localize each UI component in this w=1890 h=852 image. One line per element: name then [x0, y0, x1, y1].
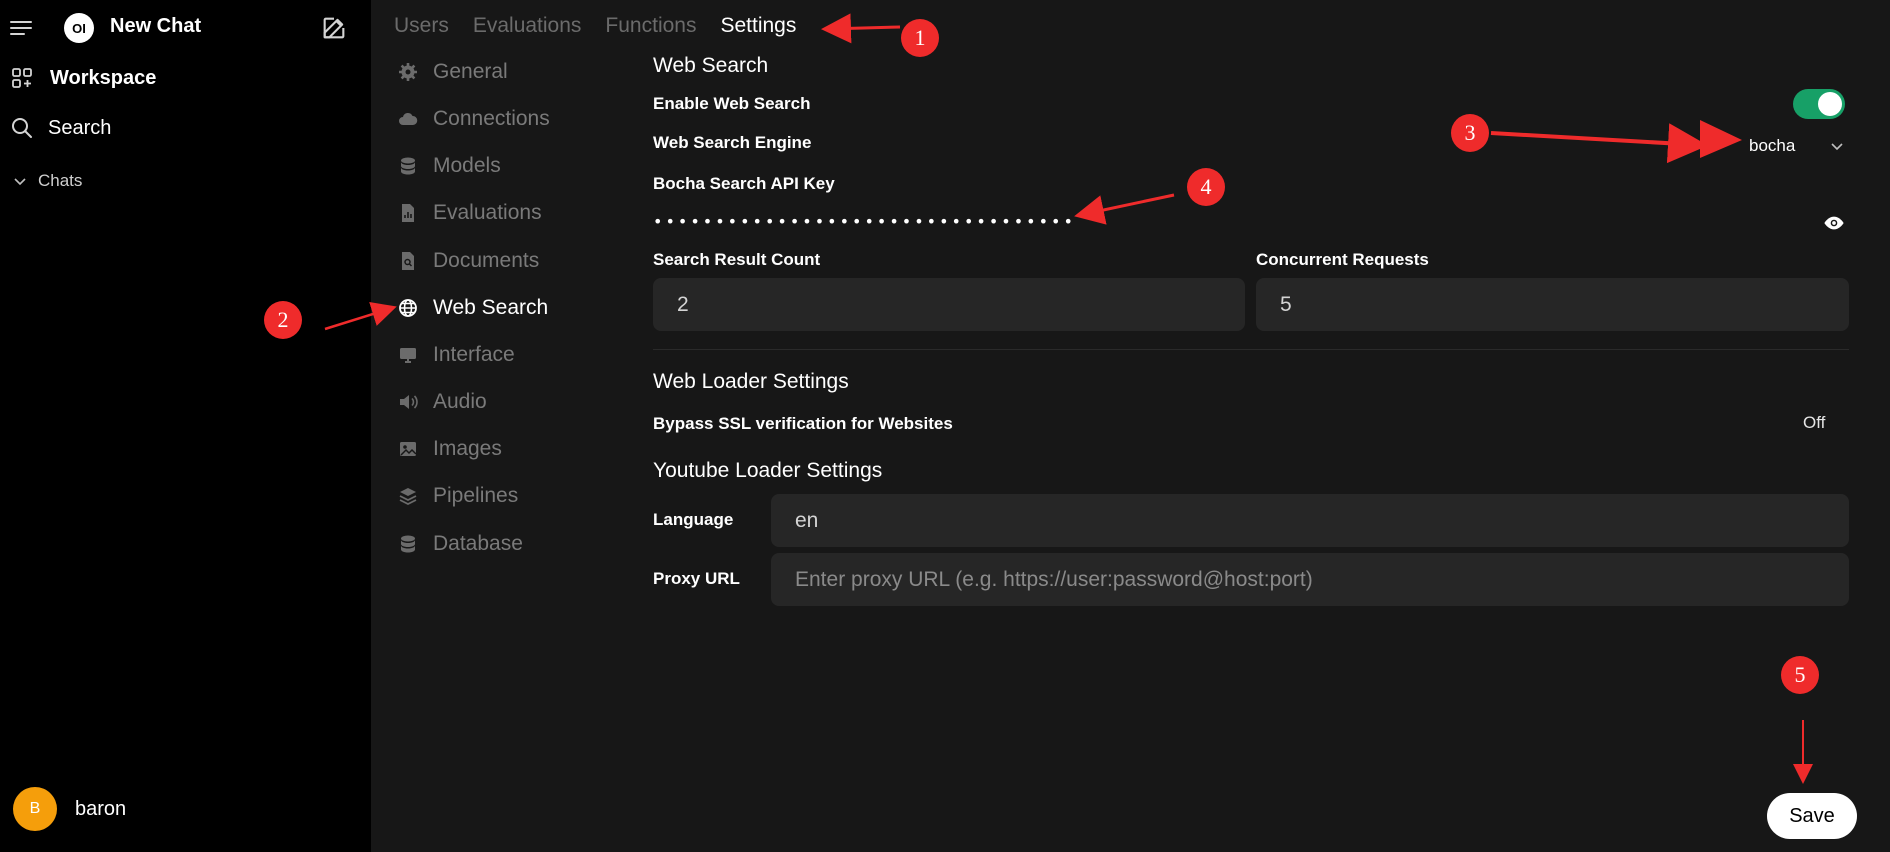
new-chat-edit-icon[interactable]	[320, 14, 348, 42]
language-input[interactable]: en	[771, 494, 1849, 547]
nav-item-models[interactable]: Models	[398, 148, 618, 184]
sidebar-item-workspace[interactable]: Workspace	[0, 60, 371, 96]
nav-item-database[interactable]: Database	[398, 526, 618, 562]
annotation-arrow-3-head	[1700, 120, 1742, 158]
toggle-knob	[1818, 92, 1842, 116]
annotation-marker-5: 5	[1781, 656, 1819, 694]
section-divider	[653, 349, 1849, 350]
concurrent-requests-input[interactable]: 5	[1256, 278, 1849, 331]
admin-tabs: Users Evaluations Functions Settings	[394, 14, 796, 44]
nav-item-label: Documents	[433, 249, 540, 272]
chevron-down-icon	[14, 178, 26, 186]
section-title-web-search: Web Search	[653, 54, 769, 77]
nav-item-label: Evaluations	[433, 201, 542, 224]
nav-item-label: Interface	[433, 343, 515, 366]
tab-evaluations[interactable]: Evaluations	[473, 14, 582, 44]
api-key-masked-value: ••••••••••••••••••••••••••••••••••	[653, 212, 1076, 231]
sidebar-item-chats[interactable]: Chats	[0, 163, 371, 199]
monitor-icon	[400, 348, 416, 363]
nav-item-label: Images	[433, 437, 502, 460]
annotation-marker-1: 1	[901, 19, 939, 57]
app-logo[interactable]: OI	[64, 13, 94, 43]
save-button[interactable]: Save	[1767, 793, 1857, 839]
section-title-web-loader: Web Loader Settings	[653, 370, 849, 393]
chevron-down-icon	[1831, 143, 1843, 151]
sidebar-item-label: Workspace	[50, 66, 157, 89]
cloud-icon	[399, 112, 418, 125]
annotation-marker-4: 4	[1187, 168, 1225, 206]
bypass-ssl-toggle[interactable]: Off	[1803, 413, 1825, 433]
nav-item-images[interactable]: Images	[398, 431, 618, 467]
nav-item-audio[interactable]: Audio	[398, 384, 618, 420]
user-name: baron	[75, 798, 127, 820]
enable-web-search-toggle[interactable]	[1793, 89, 1845, 119]
app-window: OI New Chat Workspace Search Chats B bar…	[0, 0, 1890, 852]
concurrent-requests-label: Concurrent Requests	[1256, 250, 1429, 269]
nav-item-documents[interactable]: Documents	[398, 243, 618, 279]
bypass-ssl-label: Bypass SSL verification for Websites	[653, 414, 953, 433]
tab-functions[interactable]: Functions	[605, 14, 696, 44]
annotation-marker-2: 2	[264, 301, 302, 339]
language-label: Language	[653, 510, 734, 529]
nav-item-evaluations[interactable]: Evaluations	[398, 195, 618, 231]
database-icon	[401, 535, 415, 553]
annotation-arrow-3	[1490, 123, 1708, 164]
web-search-engine-select[interactable]: bocha	[1749, 130, 1859, 162]
image-icon	[400, 442, 417, 456]
gear-icon	[399, 63, 417, 81]
globe-icon	[399, 299, 417, 317]
database-icon	[401, 157, 415, 175]
nav-item-general[interactable]: General	[398, 54, 618, 90]
proxy-url-input[interactable]: Enter proxy URL (e.g. https://user:passw…	[771, 553, 1849, 606]
api-key-label: Bocha Search API Key	[653, 174, 835, 193]
tab-settings[interactable]: Settings	[720, 14, 796, 44]
tab-users[interactable]: Users	[394, 14, 449, 44]
avatar[interactable]: B	[13, 787, 57, 831]
nav-item-connections[interactable]: Connections	[398, 101, 618, 137]
web-search-engine-label: Web Search Engine	[653, 133, 812, 152]
nav-item-label: Audio	[433, 390, 487, 413]
result-count-input[interactable]: 2	[653, 278, 1245, 331]
speaker-icon	[400, 395, 418, 409]
new-chat-label[interactable]: New Chat	[110, 15, 201, 38]
search-icon	[12, 118, 32, 138]
nav-item-web-search[interactable]: Web Search	[398, 290, 618, 326]
sidebar-item-label: Chats	[38, 171, 83, 190]
nav-item-label: Pipelines	[433, 484, 519, 507]
document-search-icon	[402, 252, 414, 270]
annotation-arrow-1	[821, 13, 901, 44]
layers-icon	[399, 488, 417, 506]
section-title-youtube-loader: Youtube Loader Settings	[653, 459, 883, 482]
nav-item-label: Web Search	[433, 296, 549, 319]
sidebar: OI New Chat Workspace Search Chats B bar…	[0, 0, 371, 852]
enable-web-search-label: Enable Web Search	[653, 94, 811, 113]
nav-item-label: General	[433, 60, 508, 83]
document-chart-icon	[402, 204, 414, 222]
nav-item-label: Database	[433, 532, 523, 555]
nav-item-pipelines[interactable]: Pipelines	[398, 478, 618, 514]
api-key-field[interactable]: ••••••••••••••••••••••••••••••••••	[653, 208, 1849, 238]
result-count-label: Search Result Count	[653, 250, 821, 269]
nav-item-label: Connections	[433, 107, 550, 130]
menu-icon[interactable]	[9, 16, 33, 40]
web-search-engine-value: bocha	[1749, 136, 1796, 155]
proxy-url-label: Proxy URL	[653, 569, 740, 588]
workspace-grid-icon	[12, 68, 32, 88]
sidebar-item-search[interactable]: Search	[0, 110, 371, 146]
annotation-marker-3: 3	[1451, 114, 1489, 152]
nav-item-interface[interactable]: Interface	[398, 337, 618, 373]
nav-item-label: Models	[433, 154, 501, 177]
sidebar-item-label: Search	[48, 116, 112, 139]
show-password-eye-icon[interactable]	[1823, 212, 1845, 234]
user-menu[interactable]: B baron	[13, 787, 353, 831]
